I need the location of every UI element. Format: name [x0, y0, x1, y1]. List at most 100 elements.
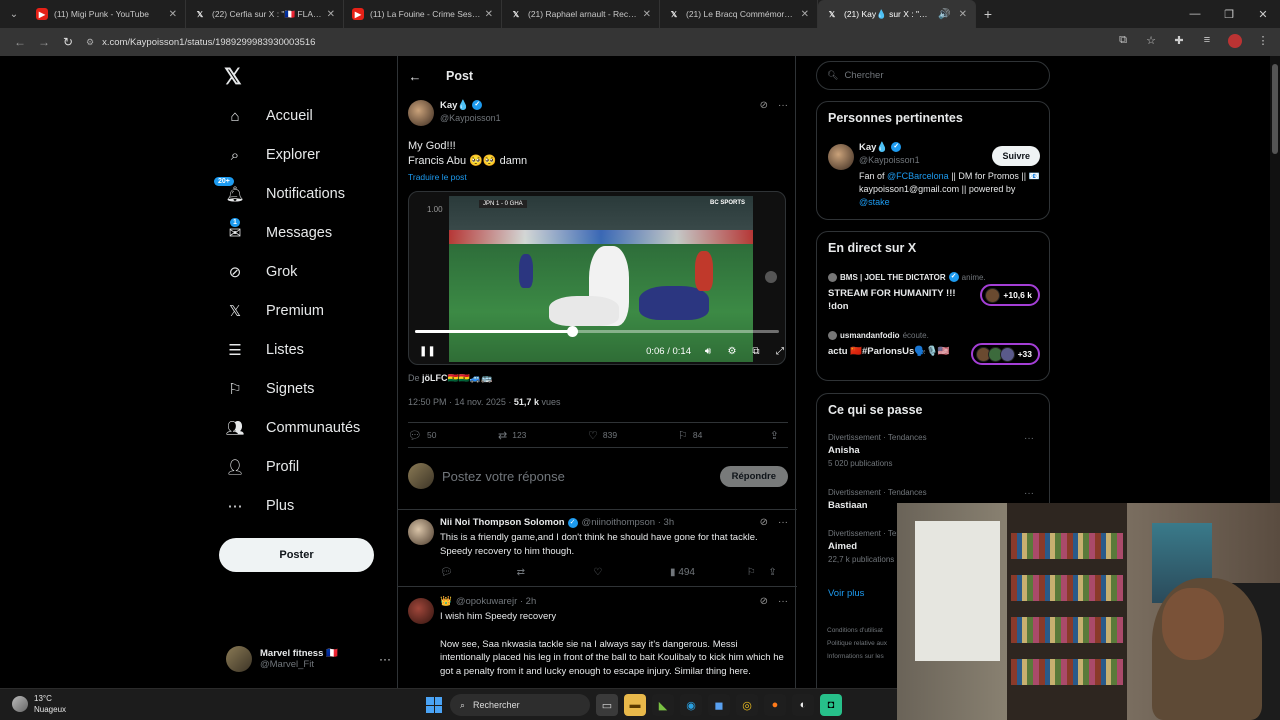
footer-link[interactable]: Conditions d'utilisat — [827, 624, 887, 637]
settings-icon[interactable]: ⚙ — [725, 346, 739, 357]
more-icon[interactable]: ··· — [778, 596, 788, 607]
live-item[interactable]: BMS | JOEL THE DICTATOR ✓ anime. STREAM FO… — [828, 272, 1040, 313]
nav-item-bookmarks[interactable]: ⚐ Signets — [226, 374, 314, 404]
browser-tab[interactable]: 𝕏 (21) Raphael arnault - Recherche ✕ — [502, 0, 660, 28]
fullscreen-icon[interactable]: ⤢ — [773, 346, 785, 357]
close-icon[interactable]: ✕ — [801, 9, 809, 20]
more-icon[interactable]: ··· — [1024, 488, 1034, 499]
profile-icon[interactable] — [1226, 33, 1244, 51]
windows-start-icon[interactable] — [424, 695, 444, 715]
reply-input[interactable]: Postez votre réponse — [442, 469, 565, 484]
avatar[interactable] — [408, 100, 434, 126]
account-switcher[interactable]: Marvel fitness 🇫🇷 @Marvel_Fit ··· — [226, 642, 391, 676]
reply-action[interactable]: 💬︎ 50 — [408, 429, 498, 442]
footer-link[interactable]: Informations sur les — [827, 650, 887, 663]
close-icon[interactable]: ✕ — [169, 9, 177, 20]
taskbar-search[interactable]: ⌕ Rechercher — [450, 694, 590, 716]
author-name-row[interactable]: Kay💧 ✓ — [440, 100, 501, 111]
more-icon[interactable]: ··· — [379, 652, 391, 666]
video-scrubber-handle[interactable] — [566, 326, 578, 337]
bookmark-action[interactable]: ⚐ 84 — [678, 429, 768, 442]
maximize-icon[interactable]: ❐ — [1212, 8, 1246, 21]
back-arrow-icon[interactable]: ← — [398, 69, 432, 84]
avatar[interactable] — [828, 144, 854, 170]
browser-tab[interactable]: 𝕏 (21) Le Bracq Commémoration ✕ — [660, 0, 818, 28]
nav-item-notifications[interactable]: 🔔︎ 20+ Notifications — [214, 177, 345, 209]
browser-tab[interactable]: ▶ (11) La Fouine - Crime Session ✕ — [344, 0, 502, 28]
weather-widget[interactable]: 13°C Nuageux — [12, 693, 66, 715]
live-item[interactable]: usmandanfodio écoute. actu 🇨🇳#ParlonsUs🗣️… — [828, 331, 1040, 365]
bio-link[interactable]: @FCBarcelona — [887, 171, 949, 181]
live-listeners-pill[interactable]: +33 — [970, 343, 1040, 365]
steam-icon[interactable]: ◐ — [792, 694, 814, 716]
forward-icon[interactable]: → — [32, 35, 56, 49]
nav-item-lists[interactable]: ☰ Listes — [226, 335, 304, 365]
bio-link[interactable]: @stake — [859, 197, 890, 207]
url-field[interactable]: ⚙ x.com/Kaypoisson1/status/1989299983930… — [86, 31, 1114, 53]
more-icon[interactable]: ··· — [778, 517, 788, 528]
nav-item-grok[interactable]: ⊘ Grok — [226, 257, 298, 287]
nav-item-profile[interactable]: 👤︎ Profil — [225, 452, 299, 482]
bookmark-star-icon[interactable]: ☆ — [1142, 34, 1160, 51]
pause-icon[interactable]: ❚❚ — [419, 346, 436, 357]
translate-link[interactable]: Traduire le post — [408, 172, 788, 182]
footer-link[interactable]: Politique relative aux — [827, 637, 887, 650]
browser-tab[interactable]: 𝕏 (22) Cerfia sur X : "🇫🇷 FLASH | Le ✕ — [186, 0, 344, 28]
grok-icon[interactable]: ⊘ — [760, 100, 768, 111]
reply-button[interactable]: Répondre — [719, 465, 788, 487]
close-icon[interactable]: ✕ — [485, 9, 493, 20]
site-info-icon[interactable]: ⚙ — [86, 37, 94, 48]
close-icon[interactable]: ✕ — [327, 9, 335, 20]
repost-icon[interactable]: ⇄ — [517, 567, 594, 578]
close-icon[interactable]: ✕ — [643, 9, 651, 20]
scrollbar-thumb[interactable] — [1272, 64, 1278, 154]
reload-icon[interactable]: ↻ — [56, 35, 80, 49]
share-icon[interactable]: ⇪ — [770, 429, 784, 442]
extensions-icon[interactable]: ✚ — [1170, 34, 1188, 51]
like-action[interactable]: ♡ 839 — [588, 429, 678, 442]
follow-button[interactable]: Suivre — [992, 146, 1040, 166]
close-window-icon[interactable]: ✕ — [1246, 8, 1280, 21]
back-icon[interactable]: ← — [8, 35, 32, 49]
store-icon[interactable]: ◼ — [708, 694, 730, 716]
volume-icon[interactable]: 🔊︎ — [701, 346, 715, 357]
source-account[interactable]: jöLFC🇬🇭🇬🇭🚙🚌 — [422, 373, 492, 383]
avatar[interactable] — [408, 519, 434, 545]
trend-item[interactable]: Divertissement · Tendances Anisha 5 020 … — [828, 433, 1040, 468]
post-timestamp[interactable]: 12:50 PM · 14 nov. 2025 · — [408, 397, 511, 407]
grok-icon[interactable]: ⊘ — [760, 596, 768, 607]
views-action[interactable]: ▮ 494 — [670, 567, 747, 578]
task-view-icon[interactable]: ▭ — [596, 694, 618, 716]
x-logo-icon[interactable]: 𝕏 — [224, 64, 242, 90]
nav-item-messages[interactable]: ✉ 1 Messages — [226, 218, 332, 248]
tab-search-icon[interactable]: ⌄ — [0, 0, 28, 28]
minimize-icon[interactable]: — — [1178, 8, 1212, 20]
chrome-icon[interactable]: ◎ — [736, 694, 758, 716]
bookmark-icon[interactable]: ⚐ — [747, 567, 769, 578]
browser-tab-active[interactable]: 𝕏 (21) Kay💧 sur X : "My God 🔊 ✕ — [818, 0, 976, 28]
install-icon[interactable]: ⧉ — [1114, 34, 1132, 51]
more-icon[interactable]: ··· — [778, 100, 788, 111]
video-progress-bar[interactable] — [415, 326, 779, 337]
post-button[interactable]: Poster — [219, 538, 374, 572]
share-icon[interactable]: ⇪ — [768, 567, 788, 578]
reply-author[interactable]: Nii Noi Thompson Solomon — [440, 517, 565, 528]
nav-item-communities[interactable]: 👥︎ Communautés — [225, 413, 360, 443]
reply-author[interactable]: 👑 — [440, 596, 452, 607]
close-icon[interactable]: ✕ — [959, 9, 967, 20]
firefox-icon[interactable]: ● — [764, 694, 786, 716]
grok-icon[interactable]: ⊘ — [760, 517, 768, 528]
repost-action[interactable]: ⇄ 123 — [498, 429, 588, 442]
menu-icon[interactable]: ⋮ — [1254, 34, 1272, 51]
video-frame[interactable]: JPN 1 - 0 GHA BC SPORTS — [449, 196, 753, 362]
see-more-link[interactable]: Voir plus — [828, 588, 864, 599]
live-listeners-pill[interactable]: +10,6 k — [980, 284, 1040, 306]
nav-item-premium[interactable]: 𝕏 Premium — [226, 296, 324, 326]
nav-item-more[interactable]: ⋯ Plus — [226, 491, 295, 521]
media-icon[interactable]: ≡ — [1198, 34, 1216, 51]
heart-icon[interactable]: ♡ — [593, 567, 670, 578]
new-tab-button[interactable]: + — [976, 0, 1000, 28]
avatar[interactable] — [408, 598, 434, 624]
reply-icon[interactable]: 💬︎ — [440, 567, 517, 578]
obs-icon[interactable]: ◘ — [820, 694, 842, 716]
